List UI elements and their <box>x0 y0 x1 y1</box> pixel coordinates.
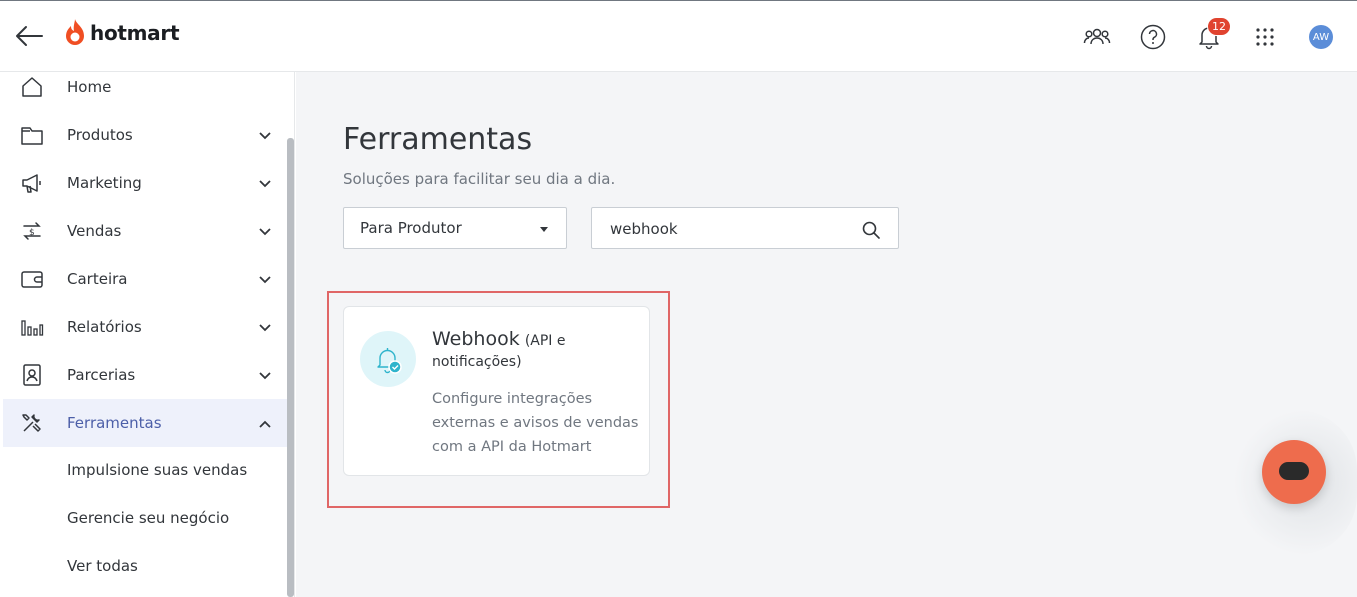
home-icon <box>22 77 42 97</box>
sidebar-subitem-impulsione[interactable]: Impulsione suas vendas <box>3 447 287 495</box>
chevron-down-icon <box>259 228 271 236</box>
sidebar-item-carteira[interactable]: Carteira <box>3 255 287 303</box>
flame-icon <box>66 19 84 45</box>
notification-badge: 12 <box>1207 17 1231 36</box>
chevron-down-icon <box>259 324 271 332</box>
users-icon[interactable] <box>1083 23 1111 51</box>
avatar[interactable]: AW <box>1309 25 1333 49</box>
audience-select-value: Para Produtor <box>360 219 462 237</box>
sidebar-subitem-label: Ver todas <box>67 557 138 575</box>
chat-bubble-icon <box>1279 462 1309 480</box>
sidebar-item-relatorios[interactable]: Relatórios <box>3 303 287 351</box>
tools-icon <box>22 414 41 432</box>
sidebar-item-label: Marketing <box>67 174 142 192</box>
search-input[interactable] <box>610 218 860 240</box>
sidebar-subitem-gerencie[interactable]: Gerencie seu negócio <box>3 495 287 543</box>
bell-check-icon <box>360 331 416 387</box>
wallet-icon <box>21 271 43 288</box>
card-title: Webhook (API e notificações) <box>432 329 632 372</box>
sidebar-item-marketing[interactable]: Marketing <box>3 159 287 207</box>
exchange-dollar-icon: $ <box>23 222 41 240</box>
webhook-tool-card[interactable]: Webhook (API e notificações) Configure i… <box>343 306 650 476</box>
sidebar-subitem-ver-todas[interactable]: Ver todas <box>3 543 287 591</box>
sidebar-scrollbar[interactable] <box>287 138 294 597</box>
sidebar-item-label: Produtos <box>67 126 133 144</box>
page-subtitle: Soluções para facilitar seu dia a dia. <box>343 170 616 188</box>
chevron-down-icon <box>259 276 271 284</box>
id-badge-icon <box>23 364 41 386</box>
sidebar-item-produtos[interactable]: Produtos <box>3 111 287 159</box>
sidebar-item-label: Home <box>67 78 112 96</box>
search-box <box>591 207 899 249</box>
search-icon[interactable] <box>862 221 880 239</box>
back-arrow-icon[interactable] <box>14 23 44 49</box>
sidebar-item-parcerias[interactable]: Parcerias <box>3 351 287 399</box>
folder-icon <box>21 127 43 145</box>
bar-chart-icon <box>21 320 44 336</box>
sidebar-item-ferramentas[interactable]: Ferramentas <box>3 399 287 447</box>
chevron-down-icon <box>259 180 271 188</box>
top-header: hotmart 12 AW <box>0 0 1357 72</box>
audience-select[interactable]: Para Produtor <box>343 207 567 249</box>
chevron-down-icon <box>259 132 271 140</box>
megaphone-icon <box>22 174 41 193</box>
sidebar-subitem-label: Impulsione suas vendas <box>67 461 248 479</box>
sidebar-item-label: Vendas <box>67 222 122 240</box>
logo-text: hotmart <box>90 21 180 45</box>
sidebar-item-label: Relatórios <box>67 318 142 336</box>
svg-text:$: $ <box>29 228 35 238</box>
caret-down-icon <box>540 227 548 232</box>
sidebar-item-home[interactable]: Home <box>3 63 287 111</box>
chevron-up-icon <box>259 420 271 428</box>
sidebar-item-label: Carteira <box>67 270 128 288</box>
chat-button[interactable] <box>1262 440 1326 504</box>
sidebar-item-label: Parcerias <box>67 366 136 384</box>
hotmart-logo[interactable]: hotmart <box>64 18 180 48</box>
help-icon[interactable] <box>1139 23 1167 51</box>
sidebar-item-label: Ferramentas <box>67 414 162 432</box>
apps-grid-icon[interactable] <box>1251 23 1279 51</box>
chevron-down-icon <box>259 372 271 380</box>
page-title: Ferramentas <box>343 122 533 157</box>
sidebar-subitem-label: Gerencie seu negócio <box>67 509 230 527</box>
card-title-main: Webhook <box>432 328 520 350</box>
card-description: Configure integrações externas e avisos … <box>432 391 639 455</box>
sidebar-item-vendas[interactable]: $ Vendas <box>3 207 287 255</box>
